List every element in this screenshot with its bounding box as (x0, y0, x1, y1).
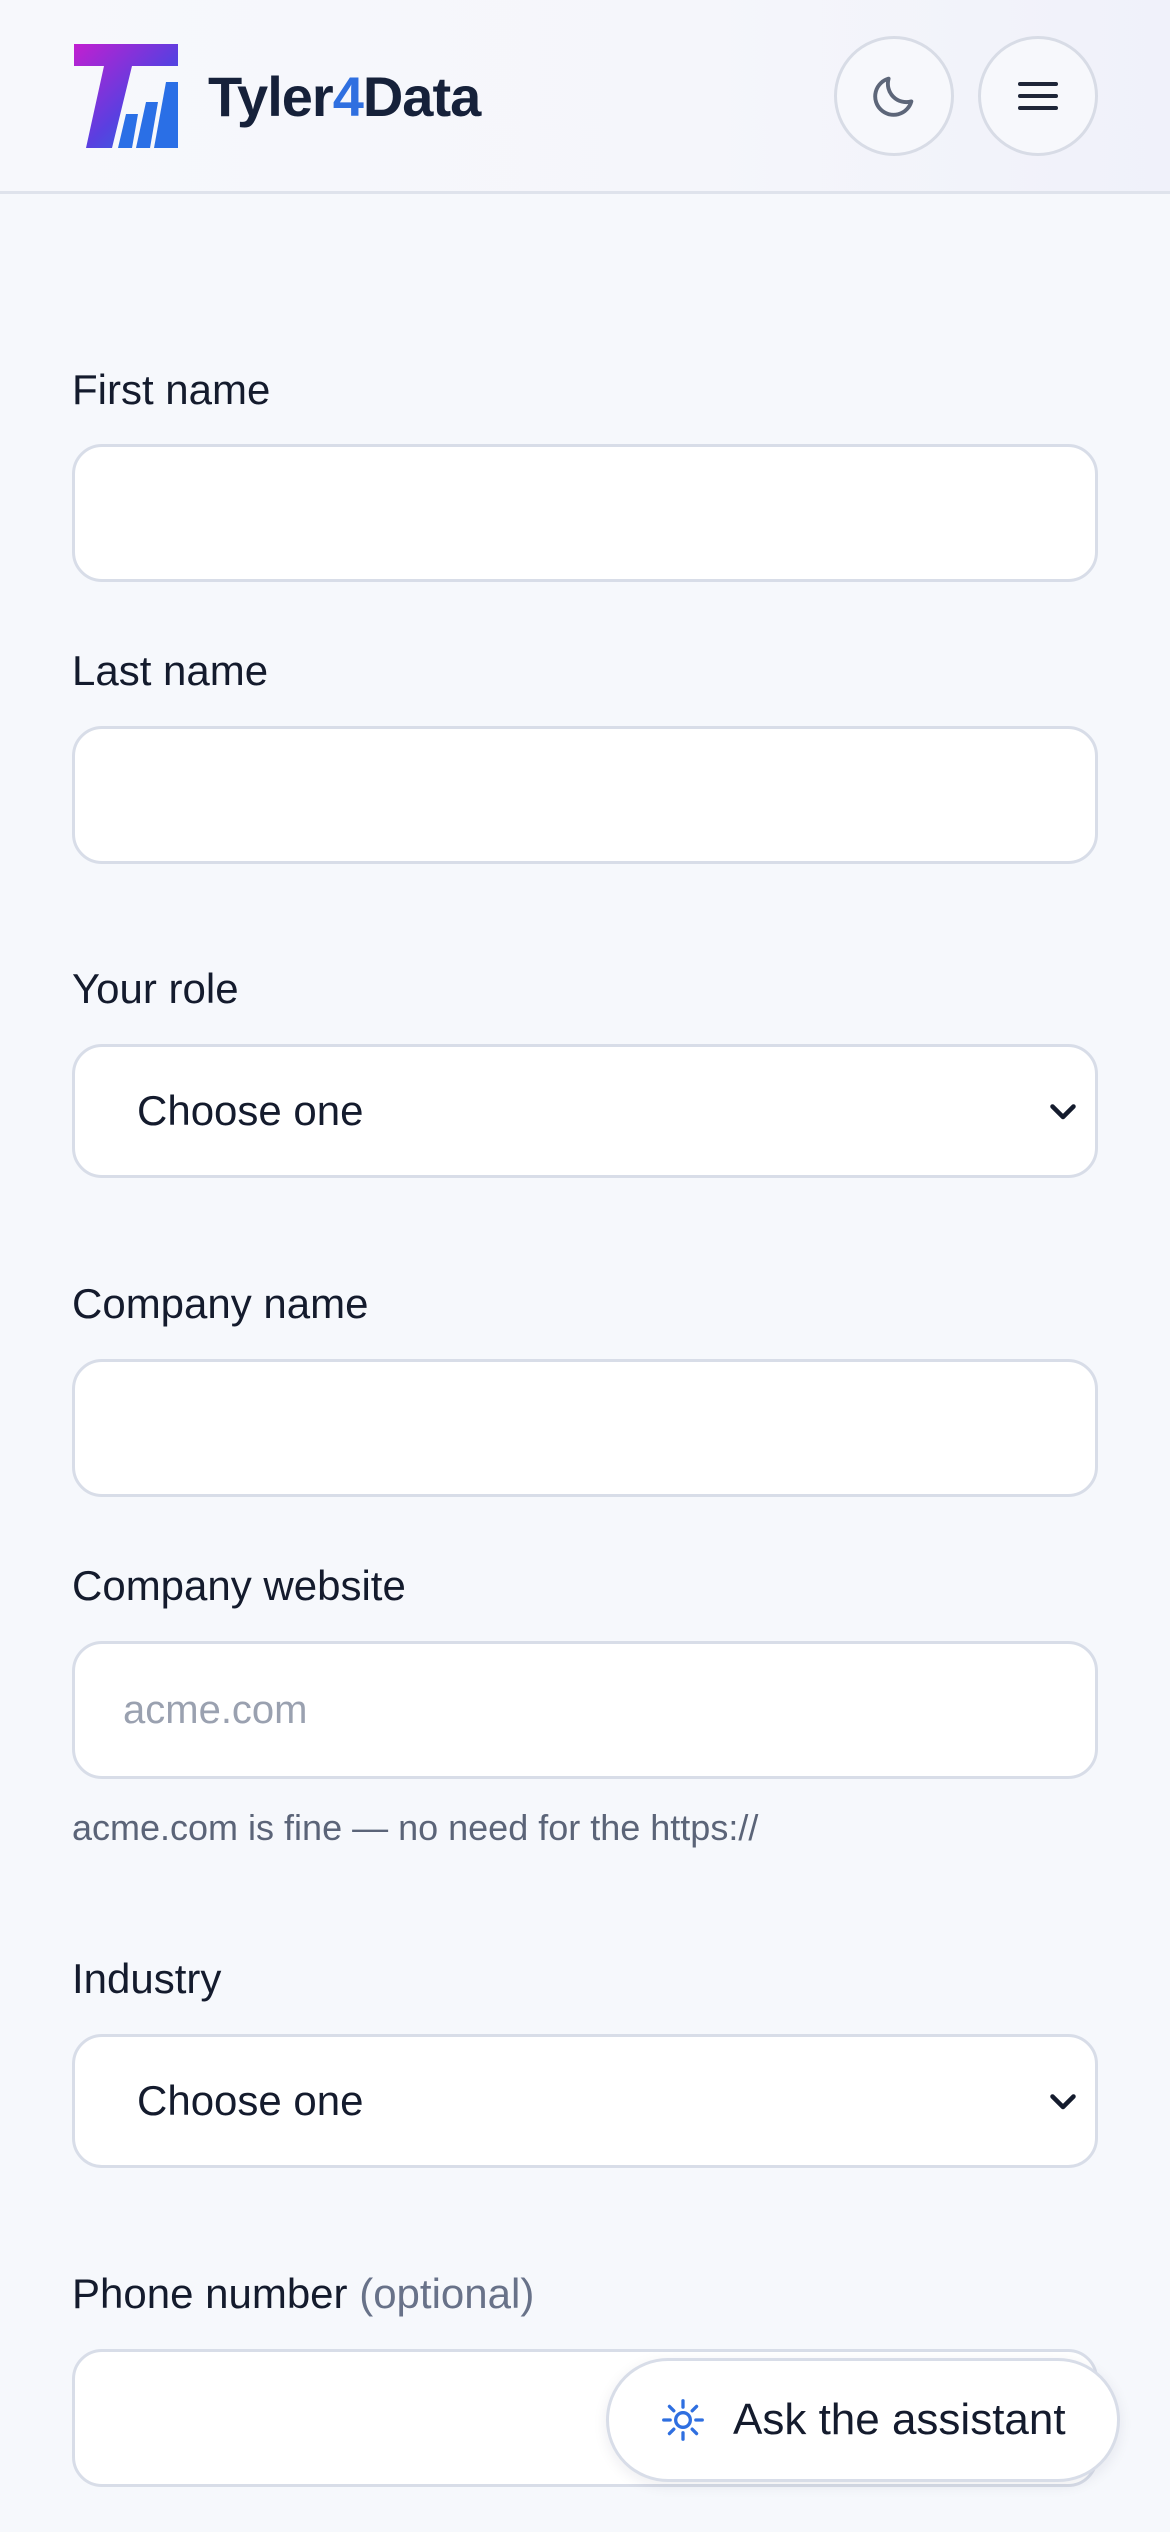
ask-assistant-label: Ask the assistant (733, 2395, 1066, 2444)
sparkle-icon (662, 2399, 704, 2441)
signup-page: Tyler4Data First name Last name Your rol… (0, 0, 1170, 2532)
company-website-hint: acme.com is fine — no need for the https… (72, 1807, 759, 1848)
phone-label-text: Phone number (72, 2270, 348, 2317)
theme-toggle-button[interactable] (834, 36, 954, 156)
hamburger-menu-icon (1018, 82, 1058, 110)
ask-assistant-button[interactable]: Ask the assistant (606, 2358, 1120, 2482)
industry-label: Industry (72, 1955, 222, 2002)
company-website-input[interactable] (72, 1641, 1098, 1779)
chevron-down-icon (1050, 1104, 1076, 1120)
last-name-input[interactable] (72, 726, 1098, 864)
brand-name-accent: 4 (332, 65, 364, 128)
role-select-value: Choose one (137, 1087, 364, 1134)
role-label: Your role (72, 965, 239, 1012)
phone-optional-note: (optional) (359, 2270, 535, 2317)
site-header: Tyler4Data (0, 0, 1170, 194)
brand-name[interactable]: Tyler4Data (208, 62, 481, 132)
company-name-label: Company name (72, 1280, 369, 1327)
company-name-input[interactable] (72, 1359, 1098, 1497)
role-select[interactable]: Choose one (72, 1044, 1098, 1178)
company-website-label: Company website (72, 1562, 406, 1609)
industry-select-value: Choose one (137, 2077, 364, 2124)
industry-select[interactable]: Choose one (72, 2034, 1098, 2168)
phone-label: Phone number (optional) (72, 2269, 534, 2319)
menu-button[interactable] (978, 36, 1098, 156)
tyler4data-logo[interactable] (74, 44, 178, 148)
moon-icon (873, 76, 914, 117)
last-name-label: Last name (72, 647, 269, 694)
brand-name-suffix: Data (362, 65, 481, 128)
first-name-label: First name (72, 366, 271, 413)
chevron-down-icon (1050, 2094, 1076, 2110)
brand-name-prefix: Tyler (208, 65, 334, 128)
first-name-input[interactable] (72, 444, 1098, 582)
